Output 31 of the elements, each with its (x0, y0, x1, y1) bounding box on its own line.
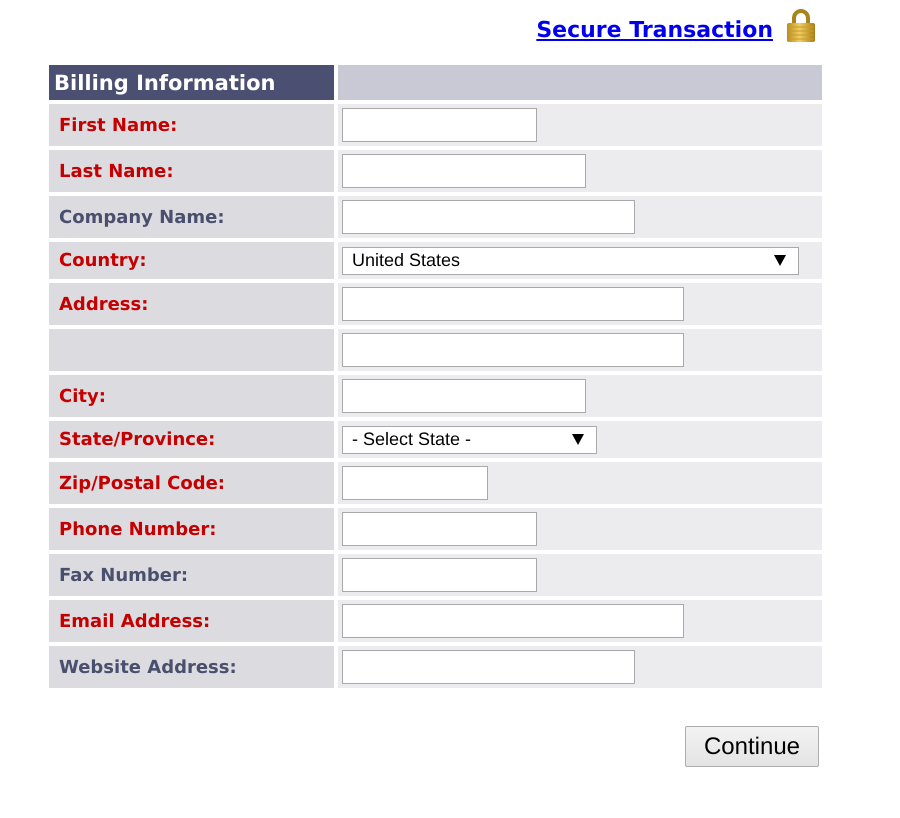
field-label: State/Province: (59, 429, 216, 450)
select-dropdown[interactable]: United States (342, 246, 799, 274)
input-field[interactable] (342, 466, 488, 500)
field-label: Address: (59, 294, 148, 314)
field-label: Phone Number: (59, 518, 216, 540)
input-field[interactable] (342, 604, 684, 638)
section-title: Billing Information (54, 70, 276, 94)
select-dropdown[interactable]: - Select State - (342, 426, 597, 454)
field-label: Country: (59, 250, 147, 271)
input-field[interactable] (342, 650, 635, 684)
caret-icon (572, 434, 584, 445)
input-field[interactable] (342, 287, 684, 321)
field-label: City: (59, 386, 106, 406)
input-field[interactable] (342, 379, 586, 413)
field-label: Company Name: (59, 206, 225, 228)
input-field[interactable] (342, 108, 537, 142)
field-label: Zip/Postal Code: (59, 472, 226, 494)
continue-button[interactable]: Continue (685, 726, 819, 767)
field-label: First Name: (59, 114, 178, 136)
field-label: Fax Number: (59, 564, 188, 586)
padlock-icon (787, 8, 815, 42)
caret-icon (774, 255, 786, 266)
input-field[interactable] (342, 154, 586, 188)
input-field[interactable] (342, 512, 537, 546)
input-field[interactable] (342, 558, 537, 592)
field-label: Last Name: (59, 160, 174, 182)
secure-transaction-link[interactable]: Secure Transaction (536, 18, 773, 43)
input-field[interactable] (342, 200, 635, 234)
field-label: Email Address: (59, 610, 210, 632)
field-label: Website Address: (59, 656, 237, 678)
input-field[interactable] (342, 333, 684, 367)
